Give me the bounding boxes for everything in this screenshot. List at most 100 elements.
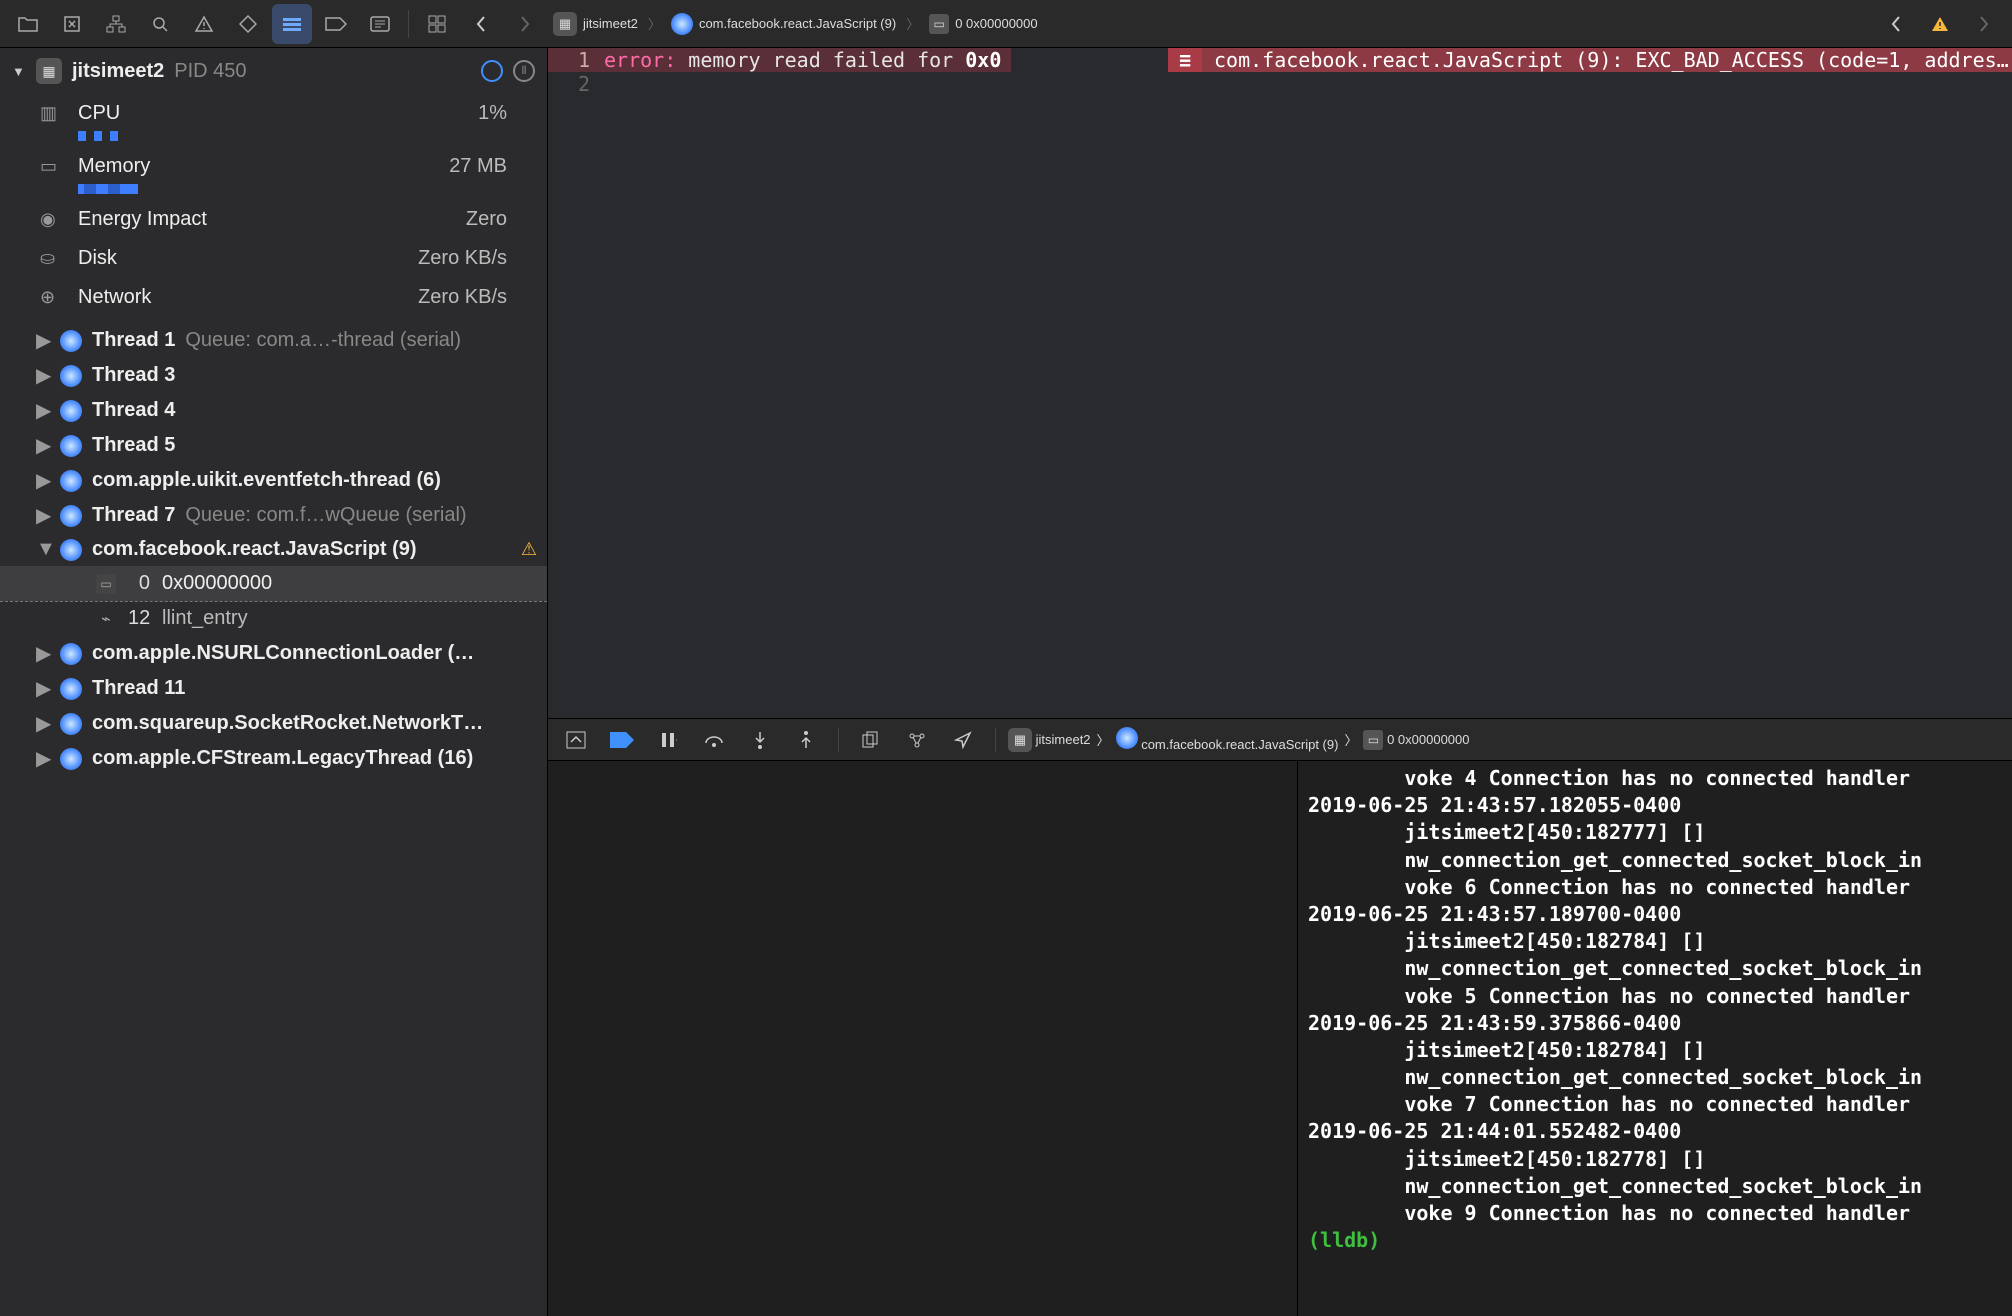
nav-issues-icon[interactable] (184, 4, 224, 44)
disclosure-triangle-icon[interactable]: ▼ (12, 64, 26, 79)
frame-index: 0 (128, 572, 150, 595)
nav-folder-icon[interactable] (8, 4, 48, 44)
toolbar-separator (408, 10, 409, 38)
frame-label: llint_entry (162, 607, 248, 630)
disclosure-triangle-icon[interactable]: ▶ (36, 746, 50, 771)
options-icon[interactable]: ⦀ (513, 60, 535, 82)
thread-name: com.apple.NSURLConnectionLoader (… (92, 642, 474, 665)
memory-graph-icon[interactable] (897, 723, 937, 757)
nav-debug-icon[interactable] (272, 4, 312, 44)
thread-item[interactable]: ▶ com.apple.CFStream.LegacyThread (16) (0, 741, 547, 776)
console-breadcrumb-app[interactable]: ▦ jitsimeet2 (1008, 728, 1091, 752)
thread-item[interactable]: ▶ com.apple.uikit.eventfetch-thread (6) (0, 463, 547, 498)
thread-icon (60, 678, 82, 700)
thread-item[interactable]: ▶com.squareup.SocketRocket.NetworkT… (0, 706, 547, 741)
breadcrumb-thread[interactable]: com.facebook.react.JavaScript (9) (667, 13, 900, 35)
metric-disk[interactable]: ⛀ Disk Zero KB/s (0, 239, 547, 278)
frame-icon: ▭ (1363, 730, 1383, 750)
disclosure-triangle-icon[interactable]: ▶ (36, 363, 50, 388)
nav-hierarchy-icon[interactable] (96, 4, 136, 44)
app-icon: ▦ (1008, 728, 1032, 752)
error-marker-icon[interactable]: ≡ (1168, 48, 1202, 72)
metric-network[interactable]: ⊕ Network Zero KB/s (0, 278, 547, 317)
refresh-icon[interactable] (481, 60, 503, 82)
stack-frame[interactable]: ⌁12llint_entry (0, 601, 547, 636)
disclosure-triangle-icon[interactable]: ▶ (36, 711, 50, 736)
debug-console: ▦ jitsimeet2 〉 com.facebook.react.JavaSc… (548, 718, 2012, 1316)
thread-name: com.apple.CFStream.LegacyThread (16) (92, 747, 473, 770)
metric-memory[interactable]: ▭ Memory 27 MB (0, 147, 547, 186)
nav-search-icon[interactable] (140, 4, 180, 44)
breadcrumb-frame-label: 0 0x00000000 (955, 16, 1037, 31)
nav-reports-icon[interactable] (360, 4, 400, 44)
frame-icon: ▭ (929, 14, 949, 34)
pause-icon[interactable] (648, 723, 688, 757)
continue-icon[interactable] (602, 723, 642, 757)
source-editor: 1 error: memory read failed for 0x0 ≡ co… (548, 48, 2012, 718)
disclosure-triangle-icon[interactable]: ▶ (36, 468, 50, 493)
step-into-icon[interactable] (740, 723, 780, 757)
console-breadcrumb-frame[interactable]: ▭ 0 0x00000000 (1363, 730, 1469, 750)
gutter-line-1: 1 (548, 48, 604, 72)
frame-index: 12 (128, 607, 150, 630)
thread-item[interactable]: ▶Thread 7 Queue: com.f…wQueue (serial) (0, 498, 547, 533)
variables-view[interactable] (548, 761, 1298, 1316)
process-pid: PID 450 (174, 60, 246, 83)
thread-item[interactable]: ▶Thread 5 (0, 428, 547, 463)
nav-tests-icon[interactable] (228, 4, 268, 44)
thread-item[interactable]: ▶ com.apple.NSURLConnectionLoader (… (0, 636, 547, 671)
chevron-right-icon: 〉 (1344, 730, 1357, 749)
assembly-icon: ▭ (96, 574, 116, 594)
prev-issue-icon[interactable] (1876, 4, 1916, 44)
thread-item[interactable]: ▶Thread 3 (0, 358, 547, 393)
nav-breakpoints-icon[interactable] (316, 4, 356, 44)
breadcrumb-app[interactable]: ▦ jitsimeet2 (549, 12, 642, 36)
thread-icon (1116, 727, 1138, 749)
view-hierarchy-icon[interactable] (851, 723, 891, 757)
memory-sparkline (78, 184, 138, 194)
thread-item[interactable]: ▶Thread 4 (0, 393, 547, 428)
console-output[interactable]: voke 4 Connection has no connected handl… (1298, 761, 2012, 1316)
breadcrumb-app-label: jitsimeet2 (583, 16, 638, 31)
process-header[interactable]: ▼ ▦ jitsimeet2 PID 450 ⦀ (0, 48, 547, 94)
related-items-icon[interactable] (417, 4, 457, 44)
separator (995, 728, 996, 752)
thread-icon (60, 470, 82, 492)
thread-icon (60, 435, 82, 457)
frame-label: 0x00000000 (162, 572, 272, 595)
cpu-sparkline (78, 131, 118, 141)
disclosure-triangle-icon[interactable]: ▶ (36, 328, 50, 353)
metric-cpu[interactable]: ▥ CPU 1% (0, 94, 547, 133)
next-issue-icon[interactable] (1964, 4, 2004, 44)
nav-symbol-icon[interactable] (52, 4, 92, 44)
app-icon: ▦ (553, 12, 577, 36)
step-out-icon[interactable] (786, 723, 826, 757)
stack-frame[interactable]: ▭ 0 0x00000000 (0, 566, 547, 601)
thread-icon (60, 539, 82, 561)
metric-energy[interactable]: ◉ Energy Impact Zero (0, 200, 547, 239)
back-icon[interactable] (461, 4, 501, 44)
main-toolbar: ▦ jitsimeet2 〉 com.facebook.react.JavaSc… (0, 0, 2012, 48)
thread-item[interactable]: ▶Thread 11 (0, 671, 547, 706)
error-annotation[interactable]: com.facebook.react.JavaScript (9): EXC_B… (1202, 48, 2012, 72)
thread-item[interactable]: ▶Thread 1 Queue: com.a…-thread (serial) (0, 323, 547, 358)
thread-name: com.apple.uikit.eventfetch-thread (6) (92, 469, 441, 492)
disclosure-triangle-icon[interactable]: ▼ (36, 538, 50, 561)
location-icon[interactable] (943, 723, 983, 757)
issue-warning-icon[interactable] (1920, 4, 1960, 44)
thread-item[interactable]: ▼com.facebook.react.JavaScript (9)⚠ (0, 533, 547, 566)
step-over-icon[interactable] (694, 723, 734, 757)
disclosure-triangle-icon[interactable]: ▶ (36, 433, 50, 458)
toggle-console-icon[interactable] (556, 723, 596, 757)
breadcrumb-frame[interactable]: ▭ 0 0x00000000 (925, 14, 1041, 34)
disclosure-triangle-icon[interactable]: ▶ (36, 676, 50, 701)
process-name: jitsimeet2 (72, 60, 164, 83)
disclosure-triangle-icon[interactable]: ▶ (36, 398, 50, 423)
disclosure-triangle-icon[interactable]: ▶ (36, 641, 50, 666)
disclosure-triangle-icon[interactable]: ▶ (36, 503, 50, 528)
console-breadcrumb-thread[interactable]: com.facebook.react.JavaScript (9) (1116, 727, 1339, 752)
warning-icon: ⚠ (521, 539, 537, 560)
forward-icon[interactable] (505, 4, 545, 44)
editor-area: 1 error: memory read failed for 0x0 ≡ co… (548, 48, 2012, 1316)
energy-icon: ◉ (40, 209, 64, 230)
